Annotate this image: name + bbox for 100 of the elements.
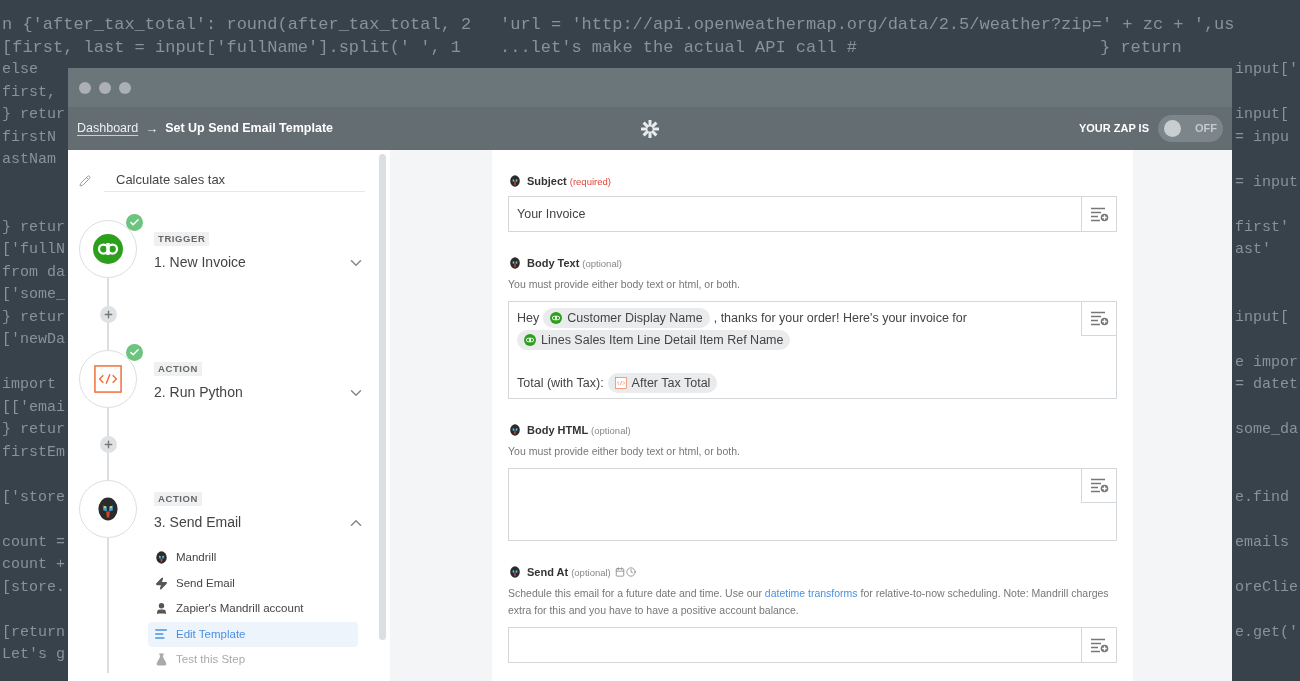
code-text: ...let's make the actual API call # xyxy=(500,36,858,59)
code-icon xyxy=(614,377,627,389)
field-label: Send At xyxy=(527,564,569,580)
pencil-icon xyxy=(79,175,91,187)
code-text: ['newDa xyxy=(2,330,65,350)
window-control-icon[interactable] xyxy=(99,81,111,94)
step-title[interactable]: 3. Send Email xyxy=(154,512,242,533)
code-text: count = xyxy=(2,532,65,553)
code-text: firstEm xyxy=(2,442,65,463)
code-text: oreClie xyxy=(1235,577,1298,598)
step-title[interactable]: 1. New Invoice xyxy=(154,252,246,273)
code-text: some_da xyxy=(1235,420,1298,440)
step-type-badge: ACTION xyxy=(154,492,202,506)
body-text: , thanks for your order! Here's your invoice for xyxy=(713,311,967,325)
mandrill-icon xyxy=(96,497,120,521)
mandrill-icon xyxy=(509,257,521,269)
code-text: [store. xyxy=(2,577,65,598)
code-text: firstN xyxy=(2,127,56,148)
code-text: else xyxy=(2,60,38,80)
body-text: Hey xyxy=(517,311,540,325)
code-text: } retur xyxy=(2,217,65,238)
window-control-icon[interactable] xyxy=(79,81,91,94)
clock-icon xyxy=(625,567,636,577)
breadcrumb-separator: → xyxy=(145,119,159,138)
code-text: input[ xyxy=(1235,105,1289,125)
code-text: } retur xyxy=(2,420,65,440)
breadcrumb-link[interactable]: Dashboard xyxy=(77,119,139,138)
code-text: [return xyxy=(2,622,65,643)
mandrill-icon xyxy=(509,424,521,436)
code-text: ['store xyxy=(2,487,65,508)
code-text: from da xyxy=(2,262,65,283)
substep-item[interactable]: Zapier's Mandrill account xyxy=(148,596,358,622)
code-text: ['some_ xyxy=(2,285,65,305)
code-text: emails xyxy=(1235,532,1289,553)
insert-field-icon xyxy=(1089,206,1109,222)
code-text: } retur xyxy=(2,105,65,125)
zap-status-label: YOUR ZAP IS xyxy=(1078,121,1149,137)
code-text: astNam xyxy=(2,150,56,170)
add-step-button[interactable] xyxy=(99,435,117,453)
code-text: Let's g xyxy=(2,645,65,665)
app-logo-icon xyxy=(550,312,563,324)
step-title[interactable]: 2. Run Python xyxy=(154,382,243,403)
code-text: first' xyxy=(1235,217,1289,238)
required-note: (required) xyxy=(569,174,611,189)
text-area-field[interactable] xyxy=(508,468,1117,541)
code-text: = inpu xyxy=(1235,127,1289,148)
text-input-field[interactable] xyxy=(508,627,1117,663)
insert-field-icon xyxy=(1089,637,1109,653)
code-text: e.get(' xyxy=(1235,622,1298,643)
code-text: first, xyxy=(2,82,56,103)
step-type-badge: TRIGGER xyxy=(154,232,210,246)
lightning-icon xyxy=(154,576,168,590)
code-text: ['fullN xyxy=(2,240,65,260)
plus-icon xyxy=(102,438,114,450)
field-label: Body Text xyxy=(527,255,580,271)
mandrill-icon xyxy=(509,175,521,187)
field-token[interactable]: Lines Sales Item Line Detail Item Ref Name xyxy=(517,330,791,350)
code-text: input[ xyxy=(1235,307,1289,328)
asterisk-logo-icon xyxy=(640,118,660,139)
text-area-field[interactable]: Hey Customer Display Name , thanks for your order! Here's your invoice for Lines Sales Item Line Detail Item Ref Name Total (with Tax): After Tax Total xyxy=(508,301,1117,399)
field-token[interactable]: Customer Display Name xyxy=(543,308,710,328)
user-icon xyxy=(154,602,168,616)
code-text: [first, last = input['fullName'].split(' ', 1 xyxy=(2,36,462,59)
app-logo-icon xyxy=(93,234,123,264)
code-text: n {'after_tax_total': round(after_tax_total, 2 xyxy=(2,14,472,36)
substep-item[interactable]: Mandrill xyxy=(148,545,358,571)
code-text: input[' xyxy=(1235,60,1298,80)
lines-icon xyxy=(154,627,168,642)
mandrill-icon xyxy=(509,566,521,578)
insert-field-icon xyxy=(1089,311,1109,326)
code-text: [['emai xyxy=(2,397,65,418)
optional-note: (optional) xyxy=(571,565,611,580)
code-text: ast' xyxy=(1235,240,1271,260)
code-text: e impor xyxy=(1235,352,1298,373)
code-text: e.find xyxy=(1235,487,1289,508)
help-text: Schedule this email for a future date and time. Use our datetime transforms for relative-to-now scheduling. Note: Mandrill charges extra for this and you have to have a positive account balance. xyxy=(508,586,1110,618)
code-text: = input xyxy=(1235,172,1298,193)
zap-name-field[interactable]: Calculate sales tax xyxy=(104,170,365,192)
flask-icon xyxy=(154,653,168,667)
code-text: 'url = 'http://api.openweathermap.org/data/2.5/weather?zip=' + zc + ',us xyxy=(500,14,1235,36)
code-icon xyxy=(94,365,122,393)
insert-field-button[interactable] xyxy=(1081,469,1116,503)
page-title: Set Up Send Email Template xyxy=(165,120,334,138)
scrollbar[interactable] xyxy=(379,154,386,640)
optional-note: (optional) xyxy=(591,423,631,438)
field-label: Body HTML xyxy=(527,422,589,438)
add-step-button[interactable] xyxy=(99,305,117,323)
insert-field-icon xyxy=(1089,478,1109,493)
window-control-icon[interactable] xyxy=(119,81,131,94)
field-token[interactable]: After Tax Total xyxy=(607,373,718,393)
body-text: Total (with Tax): xyxy=(517,376,604,390)
substep-item[interactable]: Send Email xyxy=(148,570,358,596)
app-logo-icon xyxy=(524,334,536,346)
text-input-field[interactable]: Your Invoice xyxy=(508,196,1117,232)
code-text: } retur xyxy=(2,307,65,328)
plus-icon xyxy=(102,308,114,320)
code-text: } return xyxy=(1100,36,1182,59)
optional-note: (optional) xyxy=(582,256,622,271)
insert-field-button[interactable] xyxy=(1081,302,1116,336)
code-text: = datet xyxy=(1235,375,1298,395)
